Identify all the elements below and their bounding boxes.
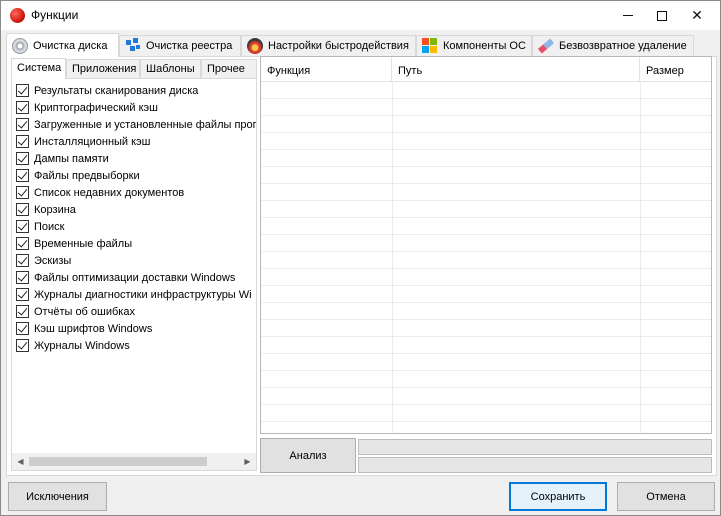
cancel-button[interactable]: Отмена <box>617 482 715 511</box>
checkbox[interactable] <box>16 288 29 301</box>
checkbox[interactable] <box>16 220 29 233</box>
table-header: Функция Путь Размер <box>261 57 711 82</box>
item-label: Временные файлы <box>34 237 133 250</box>
main-window: Функции ✕ Очистка диска Очистка реестра … <box>0 0 721 516</box>
tab-permanent-deletion[interactable]: Безвозвратное удаление <box>532 35 694 56</box>
checkbox[interactable] <box>16 322 29 335</box>
list-item[interactable]: Журналы Windows <box>16 337 130 354</box>
column-header-path[interactable]: Путь <box>392 57 640 82</box>
performance-gauge-icon <box>247 38 263 54</box>
checkbox[interactable] <box>16 237 29 250</box>
item-label: Криптографический кэш <box>34 101 158 114</box>
list-item[interactable]: Журналы диагностики инфраструктуры Wi <box>16 286 252 303</box>
list-item[interactable]: Дампы памяти <box>16 150 109 167</box>
checkbox[interactable] <box>16 305 29 318</box>
windows-logo-icon <box>422 38 438 54</box>
tab-registry-cleanup[interactable]: Очистка реестра <box>119 35 241 56</box>
registry-icon <box>125 38 141 54</box>
checkbox[interactable] <box>16 186 29 199</box>
progress-bar-top <box>358 439 712 455</box>
maximize-icon <box>657 10 667 21</box>
tab-label: Компоненты ОС <box>443 40 526 52</box>
checkbox[interactable] <box>16 84 29 97</box>
item-label: Дампы памяти <box>34 152 109 165</box>
list-item[interactable]: Загруженные и установленные файлы прог <box>16 116 257 133</box>
save-button[interactable]: Сохранить <box>509 482 607 511</box>
item-label: Список недавних документов <box>34 186 185 199</box>
tab-label: Очистка реестра <box>146 40 233 52</box>
list-item[interactable]: Криптографический кэш <box>16 99 158 116</box>
checkbox[interactable] <box>16 254 29 267</box>
subtab-system[interactable]: Система <box>11 58 66 79</box>
table-body <box>261 82 711 433</box>
list-item[interactable]: Отчёты об ошибках <box>16 303 135 320</box>
scrollbar-thumb[interactable] <box>29 457 207 466</box>
checkbox[interactable] <box>16 169 29 182</box>
progress-bar-bottom <box>358 457 712 473</box>
column-header-function[interactable]: Функция <box>261 57 392 82</box>
results-table: Функция Путь Размер <box>260 56 712 434</box>
eraser-icon <box>535 35 558 58</box>
exclusions-button[interactable]: Исключения <box>8 482 107 511</box>
item-label: Файлы предвыборки <box>34 169 140 182</box>
tab-label: Настройки быстродействия <box>268 40 409 52</box>
checkbox[interactable] <box>16 135 29 148</box>
tab-disk-cleanup[interactable]: Очистка диска <box>6 33 119 57</box>
list-item[interactable]: Корзина <box>16 201 76 218</box>
item-label: Файлы оптимизации доставки Windows <box>34 271 236 284</box>
item-label: Эскизы <box>34 254 72 267</box>
checkbox[interactable] <box>16 101 29 114</box>
title-bar: Функции ✕ <box>1 1 720 30</box>
checkbox[interactable] <box>16 271 29 284</box>
app-icon <box>10 8 25 23</box>
checkbox[interactable] <box>16 118 29 131</box>
list-item[interactable]: Поиск <box>16 218 64 235</box>
minimize-icon <box>623 15 633 16</box>
tab-label: Очистка диска <box>33 39 108 52</box>
analyze-button[interactable]: Анализ <box>260 438 356 473</box>
item-label: Кэш шрифтов Windows <box>34 322 153 335</box>
item-label: Инсталляционный кэш <box>34 135 151 148</box>
tab-performance-settings[interactable]: Настройки быстродействия <box>241 35 416 56</box>
subtab-applications[interactable]: Приложения <box>66 59 140 78</box>
list-item[interactable]: Результаты сканирования диска <box>16 82 198 99</box>
item-label: Корзина <box>34 203 76 216</box>
list-item[interactable]: Список недавних документов <box>16 184 184 201</box>
close-icon: ✕ <box>691 7 703 23</box>
list-item[interactable]: Эскизы <box>16 252 71 269</box>
item-label: Журналы диагностики инфраструктуры Wi <box>34 288 252 301</box>
list-item[interactable]: Инсталляционный кэш <box>16 133 151 150</box>
checkbox[interactable] <box>16 339 29 352</box>
disk-icon <box>12 37 28 54</box>
checkbox[interactable] <box>16 203 29 216</box>
list-item[interactable]: Файлы предвыборки <box>16 167 140 184</box>
scroll-left-icon[interactable]: ◀ <box>12 453 29 470</box>
scroll-right-icon[interactable]: ▶ <box>239 453 256 470</box>
item-label: Загруженные и установленные файлы прог <box>34 118 257 131</box>
item-label: Отчёты об ошибках <box>34 305 135 318</box>
list-item[interactable]: Кэш шрифтов Windows <box>16 320 152 337</box>
column-header-size[interactable]: Размер <box>640 57 711 82</box>
list-item[interactable]: Временные файлы <box>16 235 132 252</box>
horizontal-scrollbar[interactable]: ◀ ▶ <box>12 453 256 470</box>
item-label: Поиск <box>34 220 65 233</box>
column-divider <box>640 82 641 433</box>
item-label: Журналы Windows <box>34 339 130 352</box>
window-title: Функции <box>31 8 79 22</box>
close-button[interactable]: ✕ <box>674 1 720 30</box>
column-divider <box>392 82 393 433</box>
subtab-templates[interactable]: Шаблоны <box>140 59 201 78</box>
item-label: Результаты сканирования диска <box>34 84 199 97</box>
cleanup-items-list: Результаты сканирования диска Криптограф… <box>11 78 257 471</box>
list-item[interactable]: Файлы оптимизации доставки Windows <box>16 269 235 286</box>
subtab-other[interactable]: Прочее <box>201 59 257 78</box>
checkbox[interactable] <box>16 152 29 165</box>
tab-label: Безвозвратное удаление <box>559 40 687 52</box>
tab-os-components[interactable]: Компоненты ОС <box>416 35 532 56</box>
